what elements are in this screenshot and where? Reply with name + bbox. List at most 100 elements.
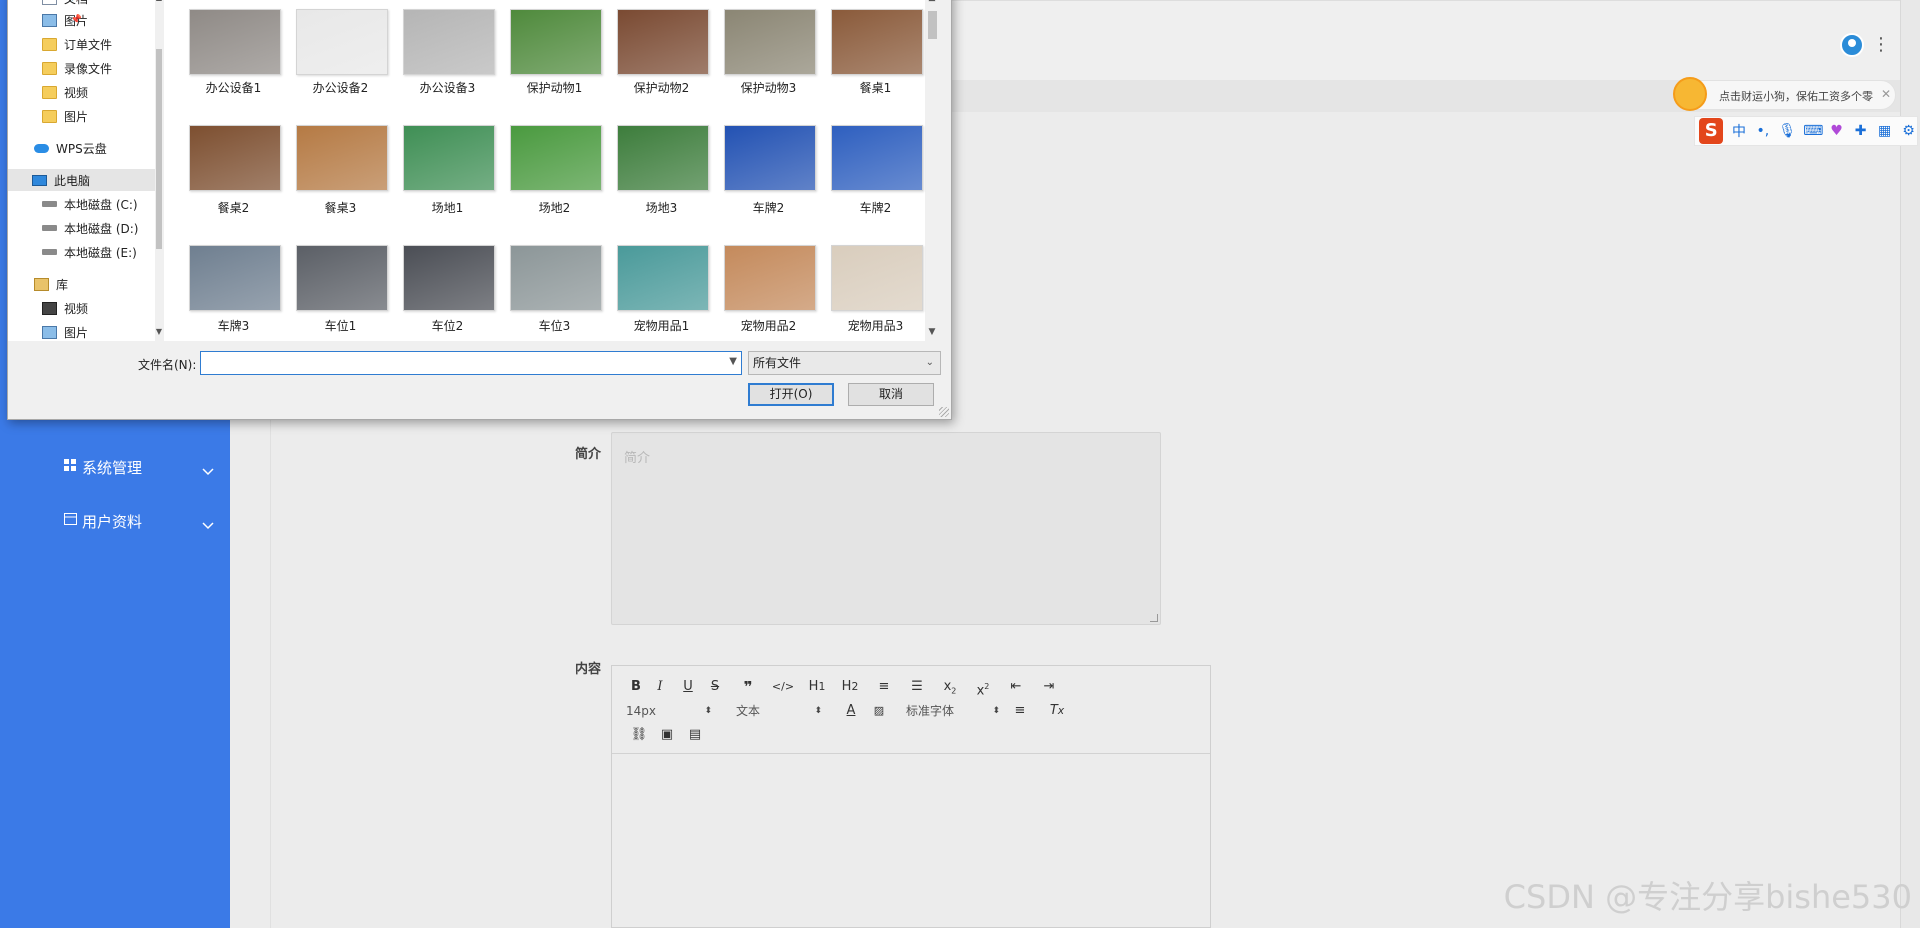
filename-field[interactable]: ▼ — [200, 351, 742, 375]
image-icon[interactable]: ▣ — [652, 725, 682, 745]
file-name: 车牌2 — [752, 201, 785, 215]
microphone-icon[interactable]: 🎙 — [1778, 123, 1796, 139]
nav-item[interactable]: 本地磁盘 (D:) — [42, 217, 138, 239]
align-icon[interactable]: ≡ — [1000, 701, 1040, 721]
nav-item[interactable]: 订单文件 — [42, 33, 112, 55]
intro-label: 简介 — [574, 447, 601, 462]
ordered-list-icon[interactable]: ≡ — [864, 677, 904, 697]
superscript-button[interactable]: x2 — [970, 677, 996, 698]
computer-icon — [32, 174, 47, 186]
file-item[interactable]: 车牌3 — [181, 0, 286, 333]
settings-gear-icon[interactable]: ⚙ — [1900, 123, 1917, 139]
indent-icon[interactable]: ⇥ — [1036, 677, 1062, 697]
outdent-icon[interactable]: ⇤ — [996, 677, 1036, 697]
nav-item-label: WPS云盘 — [56, 141, 107, 156]
font-family-select[interactable]: 标准字体 ⬍ — [906, 701, 1000, 721]
nav-item[interactable]: WPS云盘 — [34, 137, 107, 159]
bold-button[interactable]: B — [626, 677, 646, 697]
more-menu-icon[interactable]: ⋮ — [1872, 33, 1890, 57]
scroll-up-icon[interactable]: ▲ — [155, 0, 163, 2]
file-thumbnail — [510, 125, 602, 191]
nav-item-label: 本地磁盘 (E:) — [64, 245, 137, 260]
ime-tip-bubble[interactable]: 点击财运小狗，保佑工资多个零 ✕ — [1673, 77, 1896, 111]
font-color-icon[interactable]: A — [834, 701, 868, 721]
filename-input[interactable] — [201, 352, 711, 374]
file-name: 车牌3 — [217, 319, 250, 333]
file-thumbnail — [831, 245, 923, 311]
open-button[interactable]: 打开(O) — [748, 383, 834, 406]
video-icon[interactable]: ▤ — [682, 725, 708, 745]
drive-icon — [42, 225, 57, 231]
ime-mode-toggle[interactable]: 中 — [1730, 121, 1747, 141]
nav-item[interactable]: 视频 — [42, 297, 88, 319]
file-item[interactable]: 宠物用品2 — [716, 0, 821, 333]
nav-item[interactable]: 图片 — [42, 321, 88, 341]
subscript-button[interactable]: x2 — [930, 677, 970, 697]
punctuation-toggle[interactable]: •, — [1754, 123, 1771, 139]
chevron-down-icon[interactable]: ▼ — [729, 356, 737, 367]
file-open-dialog: 文档📌图片📌订单文件录像文件视频图片WPS云盘此电脑本地磁盘 (C:)本地磁盘 … — [7, 0, 952, 420]
select-arrow-icon: ⬍ — [704, 706, 712, 716]
select-arrow-icon: ⬍ — [992, 706, 1000, 716]
navigation-scrollbar[interactable]: ▲ ▼ — [155, 0, 163, 341]
scroll-thumb[interactable] — [928, 11, 937, 39]
content-label: 内容 — [574, 662, 601, 677]
intro-textarea[interactable]: 简介 — [611, 432, 1161, 625]
resize-grip-icon[interactable] — [939, 407, 949, 417]
bullet-list-icon[interactable]: ☰ — [904, 677, 930, 697]
skin-icon[interactable]: ♥ — [1828, 123, 1845, 139]
nav-item[interactable]: 文档📌 — [42, 0, 88, 9]
nav-item[interactable]: 图片 — [42, 105, 88, 127]
sidebar-item-user-profile[interactable]: 用户资料 — [62, 506, 214, 536]
nav-item-label: 图片 — [64, 325, 89, 340]
select-arrow-icon: ⬍ — [814, 706, 822, 716]
close-icon[interactable]: ✕ — [1881, 87, 1891, 101]
game-icon[interactable]: ✚ — [1852, 123, 1869, 139]
file-name: 车位2 — [431, 319, 464, 333]
scroll-thumb[interactable] — [156, 49, 162, 249]
resize-handle-icon[interactable] — [1150, 614, 1158, 622]
folder-icon — [42, 61, 57, 75]
grid-icon — [62, 459, 78, 475]
file-item[interactable]: 车位3 — [502, 0, 607, 333]
nav-item-label: 图片 — [64, 109, 89, 124]
nav-item[interactable]: 视频 — [42, 81, 88, 103]
cancel-button[interactable]: 取消 — [848, 383, 934, 406]
strikethrough-button[interactable]: S — [702, 677, 728, 697]
background-color-icon[interactable]: ▨ — [868, 701, 890, 721]
nav-item[interactable]: 本地磁盘 (E:) — [42, 241, 137, 263]
nav-item[interactable]: 图片 📌 — [42, 9, 88, 31]
sogou-logo-icon[interactable]: S — [1699, 118, 1724, 144]
font-size-select[interactable]: 14px ⬍ — [626, 701, 712, 721]
file-item[interactable]: 车位2 — [395, 0, 500, 333]
nav-item[interactable]: 库 — [34, 273, 68, 295]
nav-item[interactable]: 此电脑 — [8, 169, 156, 191]
code-button[interactable]: </> — [768, 677, 798, 697]
file-name: 车位1 — [324, 319, 357, 333]
sidebar-item-label: 系统管理 — [82, 458, 143, 477]
navigation-pane: 文档📌图片📌订单文件录像文件视频图片WPS云盘此电脑本地磁盘 (C:)本地磁盘 … — [8, 0, 163, 341]
file-name: 场地2 — [538, 201, 571, 215]
clear-format-icon[interactable]: Tx — [1040, 701, 1074, 721]
block-type-select[interactable]: 文本 ⬍ — [736, 701, 822, 721]
file-item[interactable]: 宠物用品3 — [823, 0, 928, 333]
file-item[interactable]: 宠物用品1 — [609, 0, 714, 333]
nav-item[interactable]: 本地磁盘 (C:) — [42, 193, 138, 215]
quote-button[interactable]: ❞ — [728, 677, 768, 697]
file-type-select[interactable]: 所有文件 ⌄ — [748, 351, 941, 375]
scroll-down-icon[interactable]: ▼ — [155, 327, 163, 336]
file-thumbnail — [189, 245, 281, 311]
avatar[interactable] — [1840, 33, 1864, 57]
underline-button[interactable]: U — [674, 677, 702, 697]
keyboard-icon[interactable]: ⌨ — [1803, 123, 1823, 139]
file-item[interactable]: 车位1 — [288, 0, 393, 333]
link-icon[interactable]: ⛓ — [626, 725, 652, 745]
sidebar-item-system-management[interactable]: 系统管理 — [62, 452, 214, 482]
nav-item[interactable]: 录像文件 — [42, 57, 112, 79]
folder-icon — [42, 37, 57, 51]
heading1-button[interactable]: H1 — [798, 677, 836, 697]
italic-button[interactable]: I — [646, 677, 674, 697]
toolbox-icon[interactable]: ▦ — [1876, 123, 1893, 139]
heading2-button[interactable]: H2 — [836, 677, 864, 697]
nav-item-label: 此电脑 — [54, 173, 91, 188]
